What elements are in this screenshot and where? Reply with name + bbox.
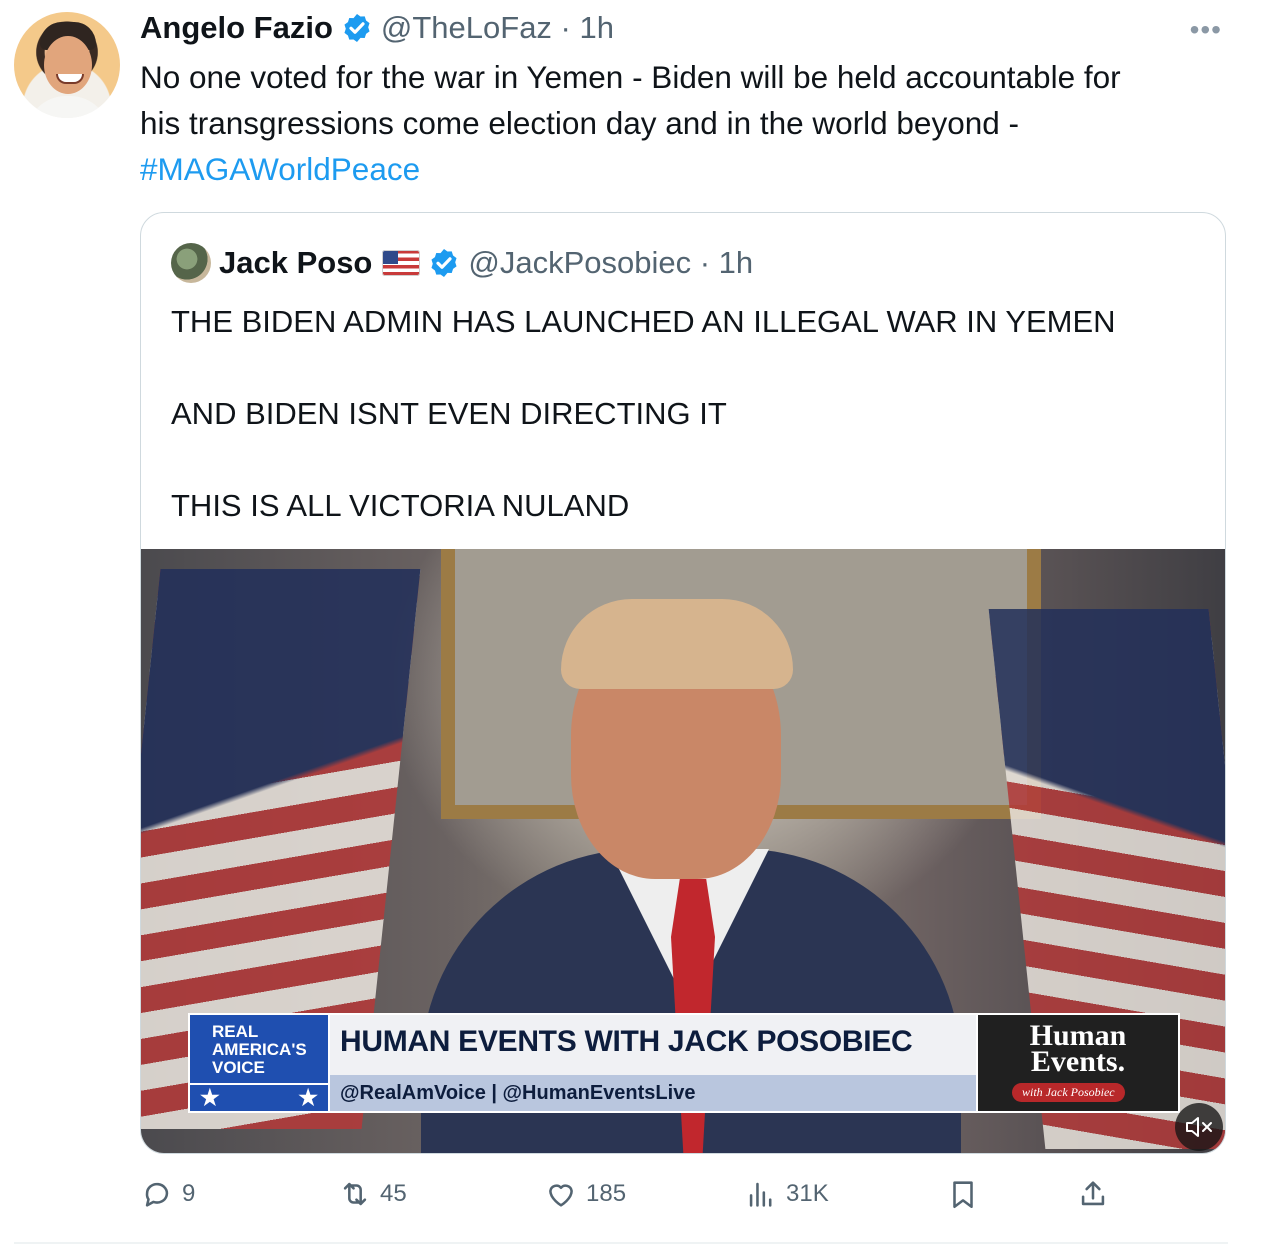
tweet-header: Angelo Fazio @TheLoFaz · 1h bbox=[140, 8, 614, 48]
tweet-text: No one voted for the war in Yemen - Bide… bbox=[140, 54, 1230, 192]
show-handles-bar: @RealAmVoice | @HumanEventsLive bbox=[330, 1075, 976, 1113]
share-icon bbox=[1081, 1181, 1105, 1206]
quoted-tweet-header: Jack Poso @JackPosobiec · 1h bbox=[171, 241, 753, 285]
star-icon: ★ bbox=[298, 1085, 318, 1110]
views-count: 31K bbox=[786, 1180, 829, 1207]
mute-toggle-button[interactable] bbox=[1175, 1103, 1223, 1151]
logo-tagline: with Jack Posobiec bbox=[1012, 1083, 1125, 1102]
quoted-text-line-1: THE BIDEN ADMIN HAS LAUNCHED AN ILLEGAL … bbox=[171, 304, 1116, 339]
repost-icon bbox=[343, 1182, 367, 1206]
repost-count: 45 bbox=[380, 1180, 407, 1207]
video-player[interactable]: REAL AMERICA'S VOICE ★ ★ HUMAN EVENTS WI… bbox=[141, 549, 1225, 1153]
reply-button[interactable]: 9 bbox=[140, 1172, 195, 1216]
like-button[interactable]: 185 bbox=[544, 1172, 626, 1216]
verified-badge-icon[interactable] bbox=[428, 247, 460, 279]
show-handles: @RealAmVoice | @HumanEventsLive bbox=[340, 1082, 696, 1104]
quoted-author-avatar[interactable] bbox=[171, 243, 211, 283]
quoted-text-line-2: AND BIDEN ISNT EVEN DIRECTING IT bbox=[171, 396, 727, 431]
broadcast-lower-third: REAL AMERICA'S VOICE ★ ★ HUMAN EVENTS WI… bbox=[188, 1013, 1180, 1113]
repost-button[interactable]: 45 bbox=[338, 1172, 407, 1216]
author-handle-time[interactable]: @TheLoFaz · 1h bbox=[381, 10, 614, 46]
author-name[interactable]: Angelo Fazio bbox=[140, 10, 333, 46]
hashtag-link[interactable]: #MAGAWorldPeace bbox=[140, 146, 1230, 192]
tweet-text-line-2: his transgressions come election day and… bbox=[140, 105, 1019, 141]
show-title: HUMAN EVENTS WITH JACK POSOBIEC bbox=[340, 1025, 913, 1058]
logo-line-2: Events. bbox=[1030, 1045, 1126, 1078]
avatar-shirt bbox=[26, 96, 110, 118]
bookmark-button[interactable] bbox=[946, 1172, 988, 1216]
verified-badge-icon[interactable] bbox=[341, 12, 373, 44]
us-flag-icon bbox=[382, 250, 421, 276]
quoted-author-handle-time[interactable]: @JackPosobiec · 1h bbox=[468, 245, 753, 281]
heart-icon bbox=[549, 1184, 573, 1207]
more-options-icon[interactable]: ••• bbox=[1190, 14, 1222, 46]
tweet-actions-bar: 9 45 185 31K bbox=[140, 1172, 1230, 1216]
bookmark-icon bbox=[953, 1181, 973, 1209]
muted-speaker-icon bbox=[1186, 1117, 1212, 1137]
share-button[interactable] bbox=[1076, 1172, 1118, 1216]
quoted-tweet-text: THE BIDEN ADMIN HAS LAUNCHED AN ILLEGAL … bbox=[171, 299, 1211, 529]
bar-chart-icon bbox=[749, 1182, 772, 1207]
human-events-logo: Human Events. with Jack Posobiec bbox=[976, 1013, 1180, 1113]
quoted-text-line-3: THIS IS ALL VICTORIA NULAND bbox=[171, 488, 630, 523]
views-button[interactable]: 31K bbox=[744, 1172, 829, 1216]
like-count: 185 bbox=[586, 1180, 627, 1207]
star-icon: ★ bbox=[200, 1085, 220, 1110]
network-logo-line-1: REAL bbox=[212, 1022, 259, 1041]
reply-count: 9 bbox=[182, 1180, 196, 1207]
quoted-author-name[interactable]: Jack Poso bbox=[219, 245, 372, 281]
quoted-text-spacer bbox=[171, 437, 1211, 483]
author-avatar[interactable] bbox=[14, 12, 120, 118]
quoted-tweet[interactable]: Jack Poso @JackPosobiec · 1h THE BIDEN A… bbox=[140, 212, 1226, 1154]
tweet-text-line-1: No one voted for the war in Yemen - Bide… bbox=[140, 59, 1121, 95]
network-logo-stars: ★ ★ bbox=[190, 1083, 328, 1111]
reply-icon bbox=[145, 1182, 169, 1207]
quoted-text-spacer bbox=[171, 345, 1211, 391]
network-logo-line-2: AMERICA'S bbox=[212, 1040, 307, 1059]
network-logo-line-3: VOICE bbox=[212, 1058, 265, 1077]
speaker-hair bbox=[561, 599, 793, 689]
network-logo: REAL AMERICA'S VOICE ★ ★ bbox=[188, 1013, 330, 1113]
avatar-face bbox=[44, 36, 92, 94]
show-title-bar: HUMAN EVENTS WITH JACK POSOBIEC bbox=[330, 1013, 976, 1075]
